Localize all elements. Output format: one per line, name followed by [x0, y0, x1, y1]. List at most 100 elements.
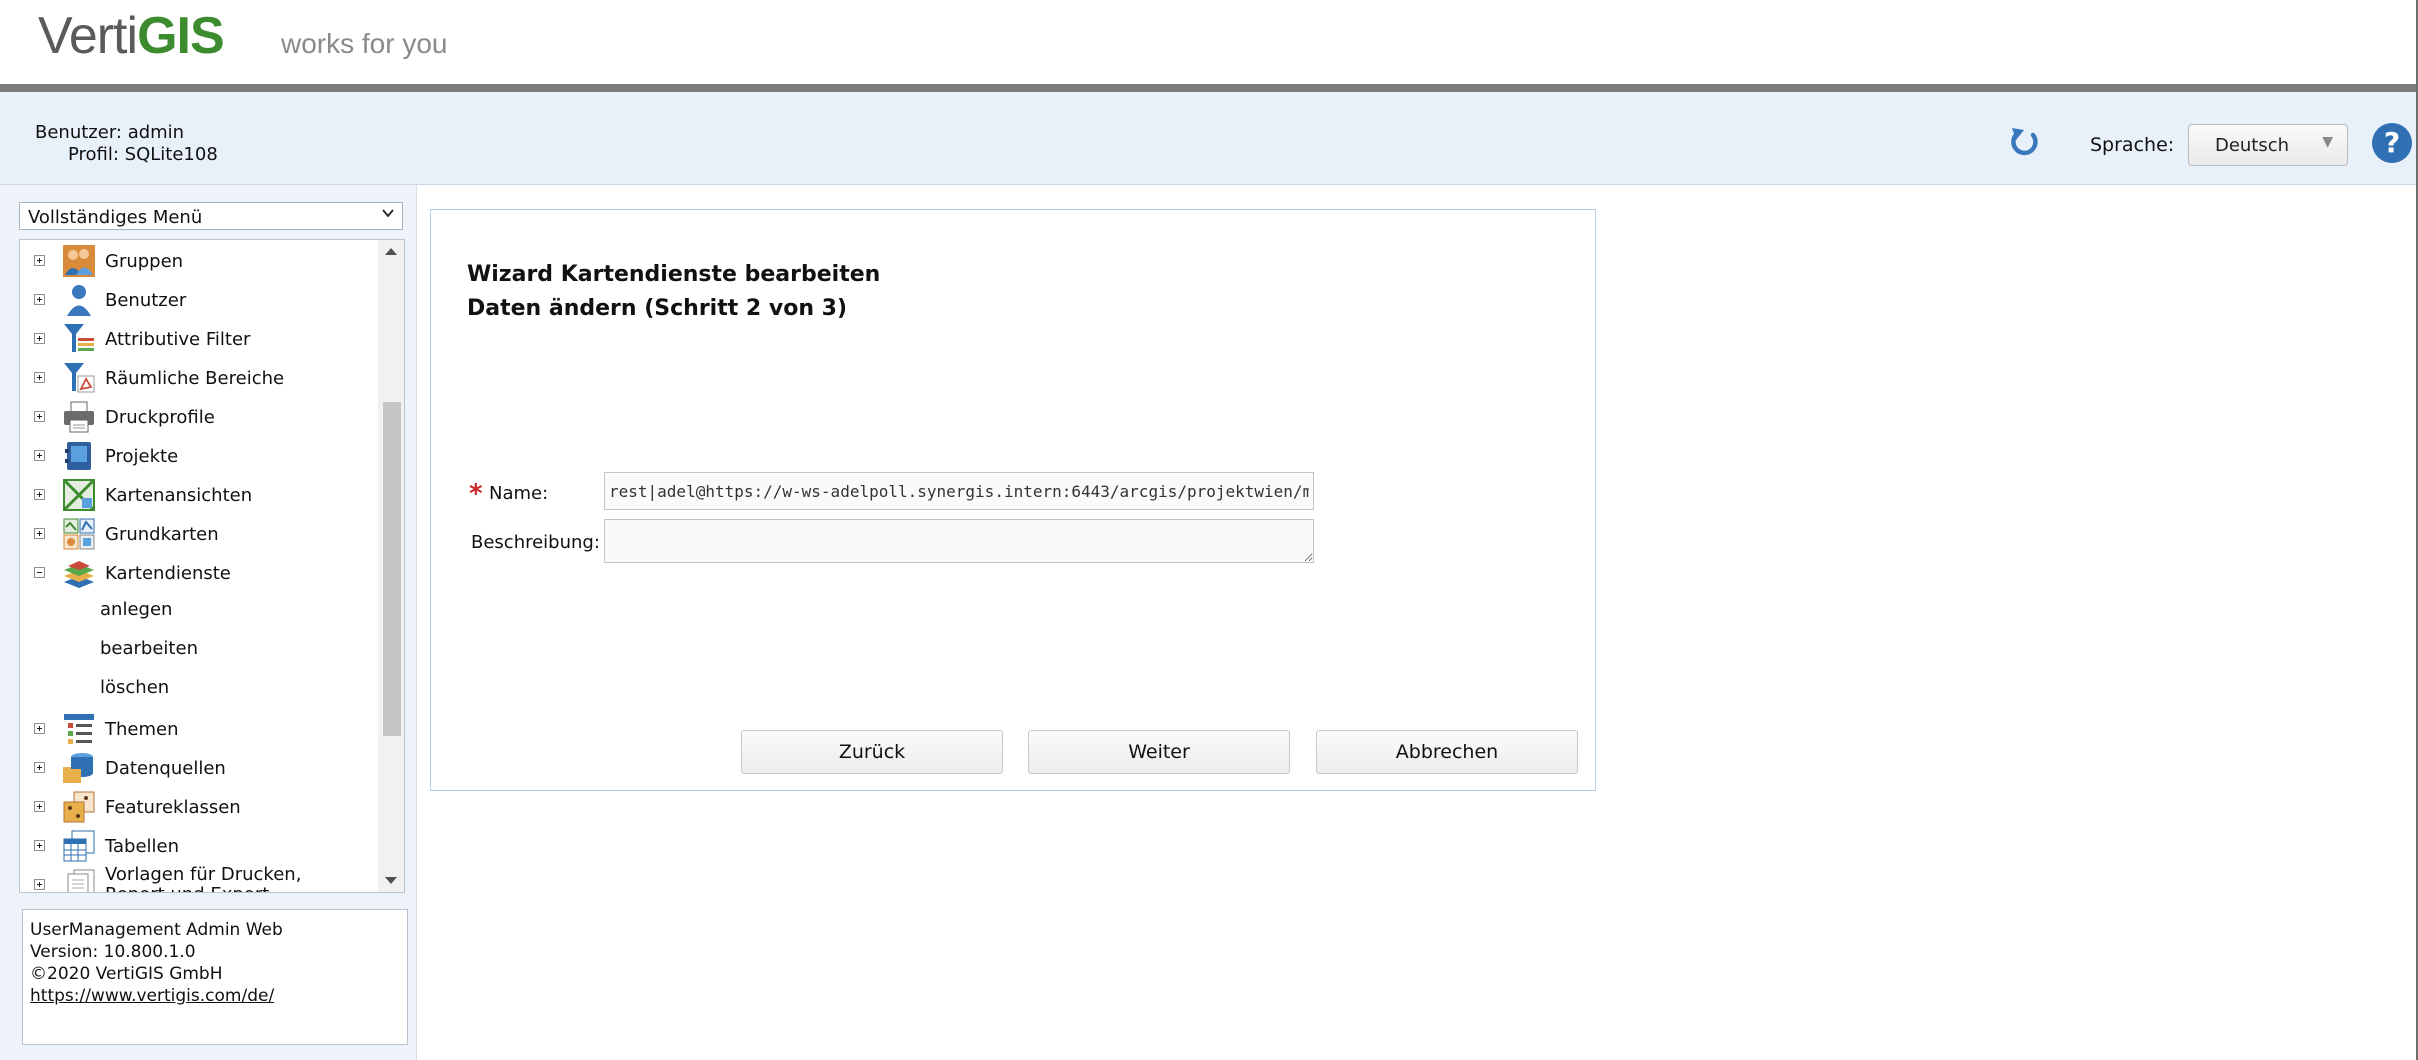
tree-item-grundkarten[interactable]: Grundkarten: [20, 515, 376, 553]
user-info-bar: Benutzer: admin Profil: SQLite108 Sprach…: [0, 92, 2418, 185]
tree-item-label: Themen: [105, 719, 179, 740]
next-button[interactable]: Weiter: [1028, 730, 1290, 774]
refresh-icon[interactable]: [2006, 124, 2044, 162]
current-user: Benutzer: admin: [35, 122, 185, 143]
tree-item-label: Tabellen: [105, 836, 180, 857]
description-input[interactable]: [604, 519, 1314, 563]
tree-item-vorlagen[interactable]: Vorlagen für Drucken,Report und Export: [20, 865, 376, 893]
expand-icon[interactable]: [34, 294, 45, 305]
subitem-label: löschen: [100, 677, 170, 698]
chevron-down-icon: [382, 209, 394, 218]
map-view-icon: [62, 478, 96, 512]
tree-item-label: Räumliche Bereiche: [105, 368, 285, 389]
help-icon[interactable]: ?: [2372, 123, 2412, 163]
tree-item-label: Druckprofile: [105, 407, 215, 428]
tree-item-label: Datenquellen: [105, 758, 226, 779]
tree-item-label: Attributive Filter: [105, 329, 251, 350]
language-value: Deutsch: [2214, 135, 2290, 156]
table-icon: [63, 830, 95, 862]
vertigis-link[interactable]: https://www.vertigis.com/de/: [30, 986, 274, 1006]
required-icon: *: [469, 479, 483, 509]
app-version: Version: 10.800.1.0: [30, 942, 196, 962]
wizard-title: Wizard Kartendienste bearbeiten: [467, 262, 881, 287]
tree-item-tabellen[interactable]: Tabellen: [20, 827, 376, 865]
expand-icon[interactable]: [34, 879, 45, 890]
tree-item-themen[interactable]: Themen: [20, 710, 376, 748]
tree-item-kartenansichten[interactable]: Kartenansichten: [20, 476, 376, 514]
wizard-panel: Wizard Kartendienste bearbeiten Daten än…: [430, 209, 1596, 791]
current-profile: Profil: SQLite108: [68, 144, 218, 165]
menu-select-value: Vollständiges Menü: [28, 207, 203, 228]
expand-icon[interactable]: [34, 255, 45, 266]
expand-icon[interactable]: [34, 528, 45, 539]
scroll-down-icon[interactable]: [378, 868, 404, 892]
chevron-down-icon: ▼: [2322, 134, 2333, 150]
logo-text-gis: GIS: [137, 7, 225, 65]
description-label: Beschreibung:: [471, 532, 600, 553]
name-input[interactable]: [604, 472, 1314, 510]
basemap-icon: [63, 518, 95, 550]
attribute-filter-icon: [64, 324, 94, 352]
app-name: UserManagement Admin Web: [30, 920, 283, 940]
tree-item-druckprofile[interactable]: Druckprofile: [20, 398, 376, 436]
logo-text-verti: Verti: [38, 7, 138, 65]
expand-icon[interactable]: [34, 489, 45, 500]
app-header: VertiGIS works for you: [0, 0, 2418, 84]
tree-item-label: Gruppen: [105, 251, 184, 272]
tree-item-projekte[interactable]: Projekte: [20, 437, 376, 475]
expand-icon[interactable]: [34, 801, 45, 812]
expand-icon[interactable]: [34, 840, 45, 851]
expand-icon[interactable]: [34, 723, 45, 734]
tree-item-label: Benutzer: [105, 290, 187, 311]
tree-item-benutzer[interactable]: Benutzer: [20, 281, 376, 319]
subitem-label: anlegen: [100, 599, 173, 620]
tree-item-kartendienste[interactable]: Kartendienste: [20, 554, 376, 592]
wizard-step-title: Daten ändern (Schritt 2 von 3): [467, 296, 848, 321]
expand-icon[interactable]: [34, 450, 45, 461]
expand-icon[interactable]: [34, 372, 45, 383]
tree-scrollbar[interactable]: [378, 240, 404, 892]
tree-item-label-line2: Report und Export: [105, 884, 269, 893]
app-copyright: ©2020 VertiGIS GmbH: [30, 964, 223, 984]
tree-item-attributive-filter[interactable]: Attributive Filter: [20, 320, 376, 358]
vertigis-logo: VertiGIS: [38, 6, 225, 66]
tree-item-raeumliche-bereiche[interactable]: Räumliche Bereiche: [20, 359, 376, 397]
tree-item-label: Kartendienste: [105, 563, 231, 584]
theme-icon: [64, 714, 94, 744]
spatial-filter-icon: [64, 363, 95, 393]
expand-icon[interactable]: [34, 762, 45, 773]
tree-item-label: Vorlagen für Drucken,Report und Export: [105, 865, 301, 893]
back-button[interactable]: Zurück: [741, 730, 1003, 774]
scrollbar-thumb[interactable]: [383, 402, 401, 736]
cancel-button[interactable]: Abbrechen: [1316, 730, 1578, 774]
header-divider: [0, 84, 2418, 92]
app-info-panel: UserManagement Admin Web Version: 10.800…: [22, 909, 408, 1045]
project-icon: [65, 442, 91, 470]
language-label: Sprache:: [2090, 134, 2175, 156]
scroll-up-icon[interactable]: [378, 240, 404, 264]
datasource-icon: [63, 753, 93, 783]
menu-select[interactable]: Vollständiges Menü: [19, 202, 403, 230]
name-label: Name:: [489, 483, 549, 504]
navigation-tree: Gruppen Benutzer Attributive Filter Räum…: [19, 239, 405, 893]
tree-item-label: Grundkarten: [105, 524, 219, 545]
tree-item-datenquellen[interactable]: Datenquellen: [20, 749, 376, 787]
subitem-label: bearbeiten: [100, 638, 198, 659]
group-icon: [63, 245, 95, 277]
template-icon: [67, 869, 95, 892]
tree-item-featureklassen[interactable]: Featureklassen: [20, 788, 376, 826]
printer-icon: [64, 401, 94, 433]
tree-item-label: Projekte: [105, 446, 179, 467]
logo-tagline: works for you: [281, 28, 448, 59]
app-link-row: https://www.vertigis.com/de/: [30, 986, 274, 1006]
sidebar: Vollständiges Menü Gruppen Benutzer Attr…: [0, 185, 417, 1060]
tree-item-label: Featureklassen: [105, 797, 241, 818]
collapse-icon[interactable]: [34, 567, 45, 578]
feature-class-icon: [63, 791, 95, 823]
expand-icon[interactable]: [34, 333, 45, 344]
tree-item-gruppen[interactable]: Gruppen: [20, 242, 376, 280]
tree-item-label: Kartenansichten: [105, 485, 253, 506]
language-select[interactable]: Deutsch ▼: [2188, 124, 2348, 166]
expand-icon[interactable]: [34, 411, 45, 422]
tree-item-label-line1: Vorlagen für Drucken,: [105, 864, 302, 885]
